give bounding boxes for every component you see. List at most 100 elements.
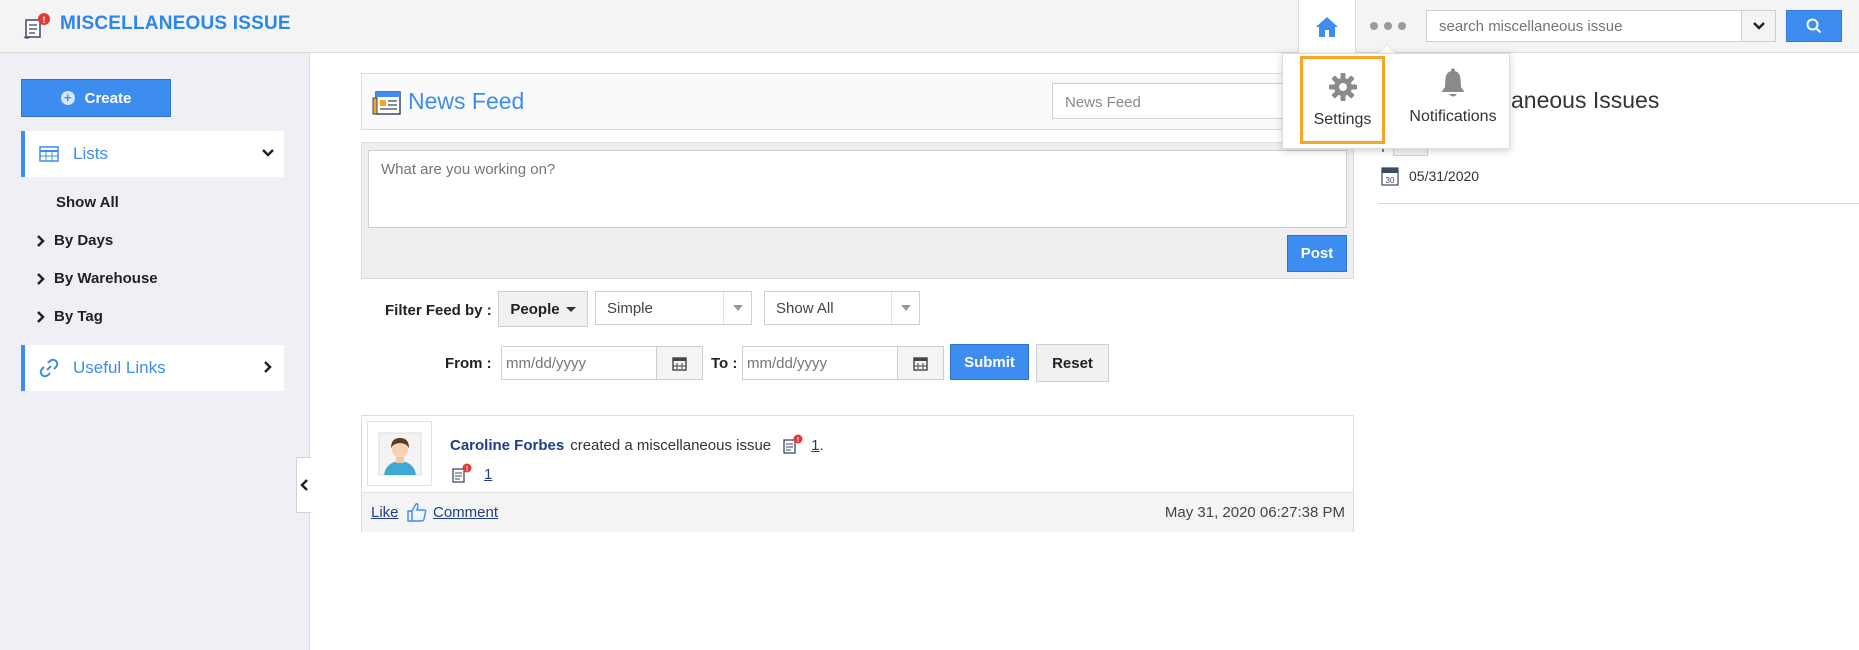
- right-panel-divider: [1378, 203, 1859, 204]
- feed-user-link[interactable]: Caroline Forbes: [450, 437, 564, 454]
- chevron-right-icon: [37, 234, 45, 247]
- svg-text:!: !: [43, 15, 46, 25]
- app-title: MISCELLANEOUS ISSUE: [60, 13, 291, 34]
- post-button[interactable]: Post: [1287, 235, 1347, 272]
- svg-text:!: !: [466, 466, 468, 473]
- to-date-input[interactable]: [743, 347, 893, 379]
- issue-icon: !: [783, 434, 803, 454]
- scope-select-value: Show All: [776, 299, 834, 317]
- sidebar-item-by-tag[interactable]: By Tag: [36, 308, 103, 325]
- sidebar: + Create Lists Show All By Days By Wareh…: [0, 53, 310, 650]
- feed-entry: Caroline Forbes created a miscellaneous …: [361, 415, 1354, 532]
- issue-icon: !: [452, 463, 472, 483]
- more-dots-button[interactable]: [1370, 14, 1406, 38]
- dropdown-arrow-icon: [891, 292, 919, 324]
- news-feed-title: News Feed: [408, 88, 525, 114]
- right-panel-title: ellaneous Issues: [1488, 87, 1660, 113]
- caret-down-icon: [565, 306, 576, 312]
- people-filter-label: People: [510, 300, 560, 318]
- home-button[interactable]: [1298, 0, 1356, 53]
- sidebar-item-label: By Tag: [54, 308, 103, 325]
- sidebar-collapse-button[interactable]: [296, 457, 311, 513]
- submit-button[interactable]: Submit: [950, 344, 1029, 380]
- feed-link-suffix: .: [819, 436, 824, 454]
- gear-icon: [1328, 73, 1357, 101]
- thumbs-up-icon[interactable]: [406, 501, 428, 523]
- reset-button[interactable]: Reset: [1036, 344, 1109, 382]
- search-input[interactable]: [1427, 11, 1741, 41]
- user-avatar-icon: [378, 432, 421, 475]
- feed-entry-footer: Like Comment May 31, 2020 06:27:38 PM: [362, 492, 1353, 532]
- right-panel-date: 05/31/2020: [1409, 168, 1480, 184]
- to-label: To :: [711, 355, 738, 372]
- news-feed-header: News Feed News Feed: [361, 73, 1354, 130]
- feed-issue-link-secondary[interactable]: 1: [484, 466, 492, 483]
- menu-item-settings-label: Settings: [1313, 111, 1372, 128]
- avatar[interactable]: [367, 421, 432, 486]
- feed-timestamp: May 31, 2020 06:27:38 PM: [1164, 504, 1345, 521]
- search-box: [1426, 10, 1776, 42]
- sidebar-item-show-all[interactable]: Show All: [56, 194, 119, 211]
- home-icon: [1316, 16, 1338, 37]
- to-date-field: [742, 346, 944, 380]
- chevron-down-icon: [1752, 22, 1765, 30]
- sidebar-item-label: By Days: [54, 232, 114, 249]
- feed-issue-link[interactable]: 1: [811, 437, 819, 454]
- chevron-right-icon: [264, 361, 272, 373]
- to-date-calendar-button[interactable]: [897, 347, 943, 379]
- chevron-right-icon: [37, 272, 45, 285]
- plus-icon: +: [60, 91, 75, 105]
- sidebar-useful-links-label: Useful Links: [73, 358, 166, 377]
- sidebar-item-by-days[interactable]: By Days: [36, 232, 113, 249]
- scope-select[interactable]: Show All: [764, 291, 920, 325]
- calendar-day: 30: [1386, 176, 1395, 185]
- sidebar-item-label: By Warehouse: [54, 270, 158, 287]
- menu-item-notifications-label: Notifications: [1409, 108, 1497, 125]
- from-date-calendar-button[interactable]: [656, 347, 702, 379]
- from-label: From :: [445, 355, 492, 372]
- filter-feed-label: Filter Feed by :: [385, 302, 492, 319]
- feed-entry-secondary: ! 1: [450, 463, 492, 485]
- people-filter-button[interactable]: People: [498, 291, 588, 327]
- top-bar: ! MISCELLANEOUS ISSUE: [0, 0, 1859, 53]
- create-button[interactable]: + Create: [21, 79, 171, 117]
- feed-entry-text: Caroline Forbes created a miscellaneous …: [450, 434, 824, 456]
- calendar-icon: [672, 356, 687, 371]
- more-dot: [1398, 22, 1406, 30]
- feed-action-text: created a miscellaneous issue: [570, 436, 772, 454]
- compose-box: Post: [361, 142, 1354, 279]
- from-date-input[interactable]: [502, 347, 652, 379]
- chevron-right-icon: [37, 310, 45, 323]
- more-dot: [1370, 22, 1378, 30]
- create-label: Create: [84, 89, 132, 107]
- news-feed-icon: [372, 91, 401, 115]
- like-link[interactable]: Like: [371, 504, 399, 521]
- sidebar-item-by-warehouse[interactable]: By Warehouse: [36, 270, 158, 287]
- bell-icon: [1441, 68, 1465, 97]
- calendar-icon: [913, 356, 928, 371]
- search-dropdown-button[interactable]: [1741, 11, 1775, 41]
- chevron-left-icon: [300, 479, 308, 491]
- mode-select-value: Simple: [607, 299, 653, 317]
- app-logo-icon: !: [22, 12, 52, 42]
- compose-textarea[interactable]: [368, 150, 1347, 228]
- comment-link[interactable]: Comment: [433, 504, 498, 521]
- sidebar-lists-header[interactable]: Lists: [21, 131, 284, 177]
- menu-item-settings[interactable]: Settings: [1300, 56, 1385, 144]
- mode-select[interactable]: Simple: [595, 291, 752, 325]
- news-feed-select[interactable]: News Feed: [1052, 83, 1292, 119]
- svg-text:!: !: [797, 437, 799, 444]
- table-icon: [39, 146, 59, 162]
- more-dot: [1384, 22, 1392, 30]
- sidebar-lists-label: Lists: [73, 144, 108, 163]
- sidebar-useful-links-header[interactable]: Useful Links: [21, 345, 284, 391]
- dropdown-arrow-icon: [723, 292, 751, 324]
- search-button[interactable]: [1786, 10, 1842, 42]
- chevron-down-icon: [262, 149, 274, 157]
- more-menu-dropdown: Settings Notifications: [1282, 53, 1510, 149]
- sidebar-item-label: Show All: [56, 194, 119, 211]
- menu-item-notifications[interactable]: Notifications: [1400, 56, 1506, 144]
- from-date-field: [501, 346, 703, 380]
- link-icon: [39, 358, 59, 378]
- search-icon: [1806, 18, 1822, 34]
